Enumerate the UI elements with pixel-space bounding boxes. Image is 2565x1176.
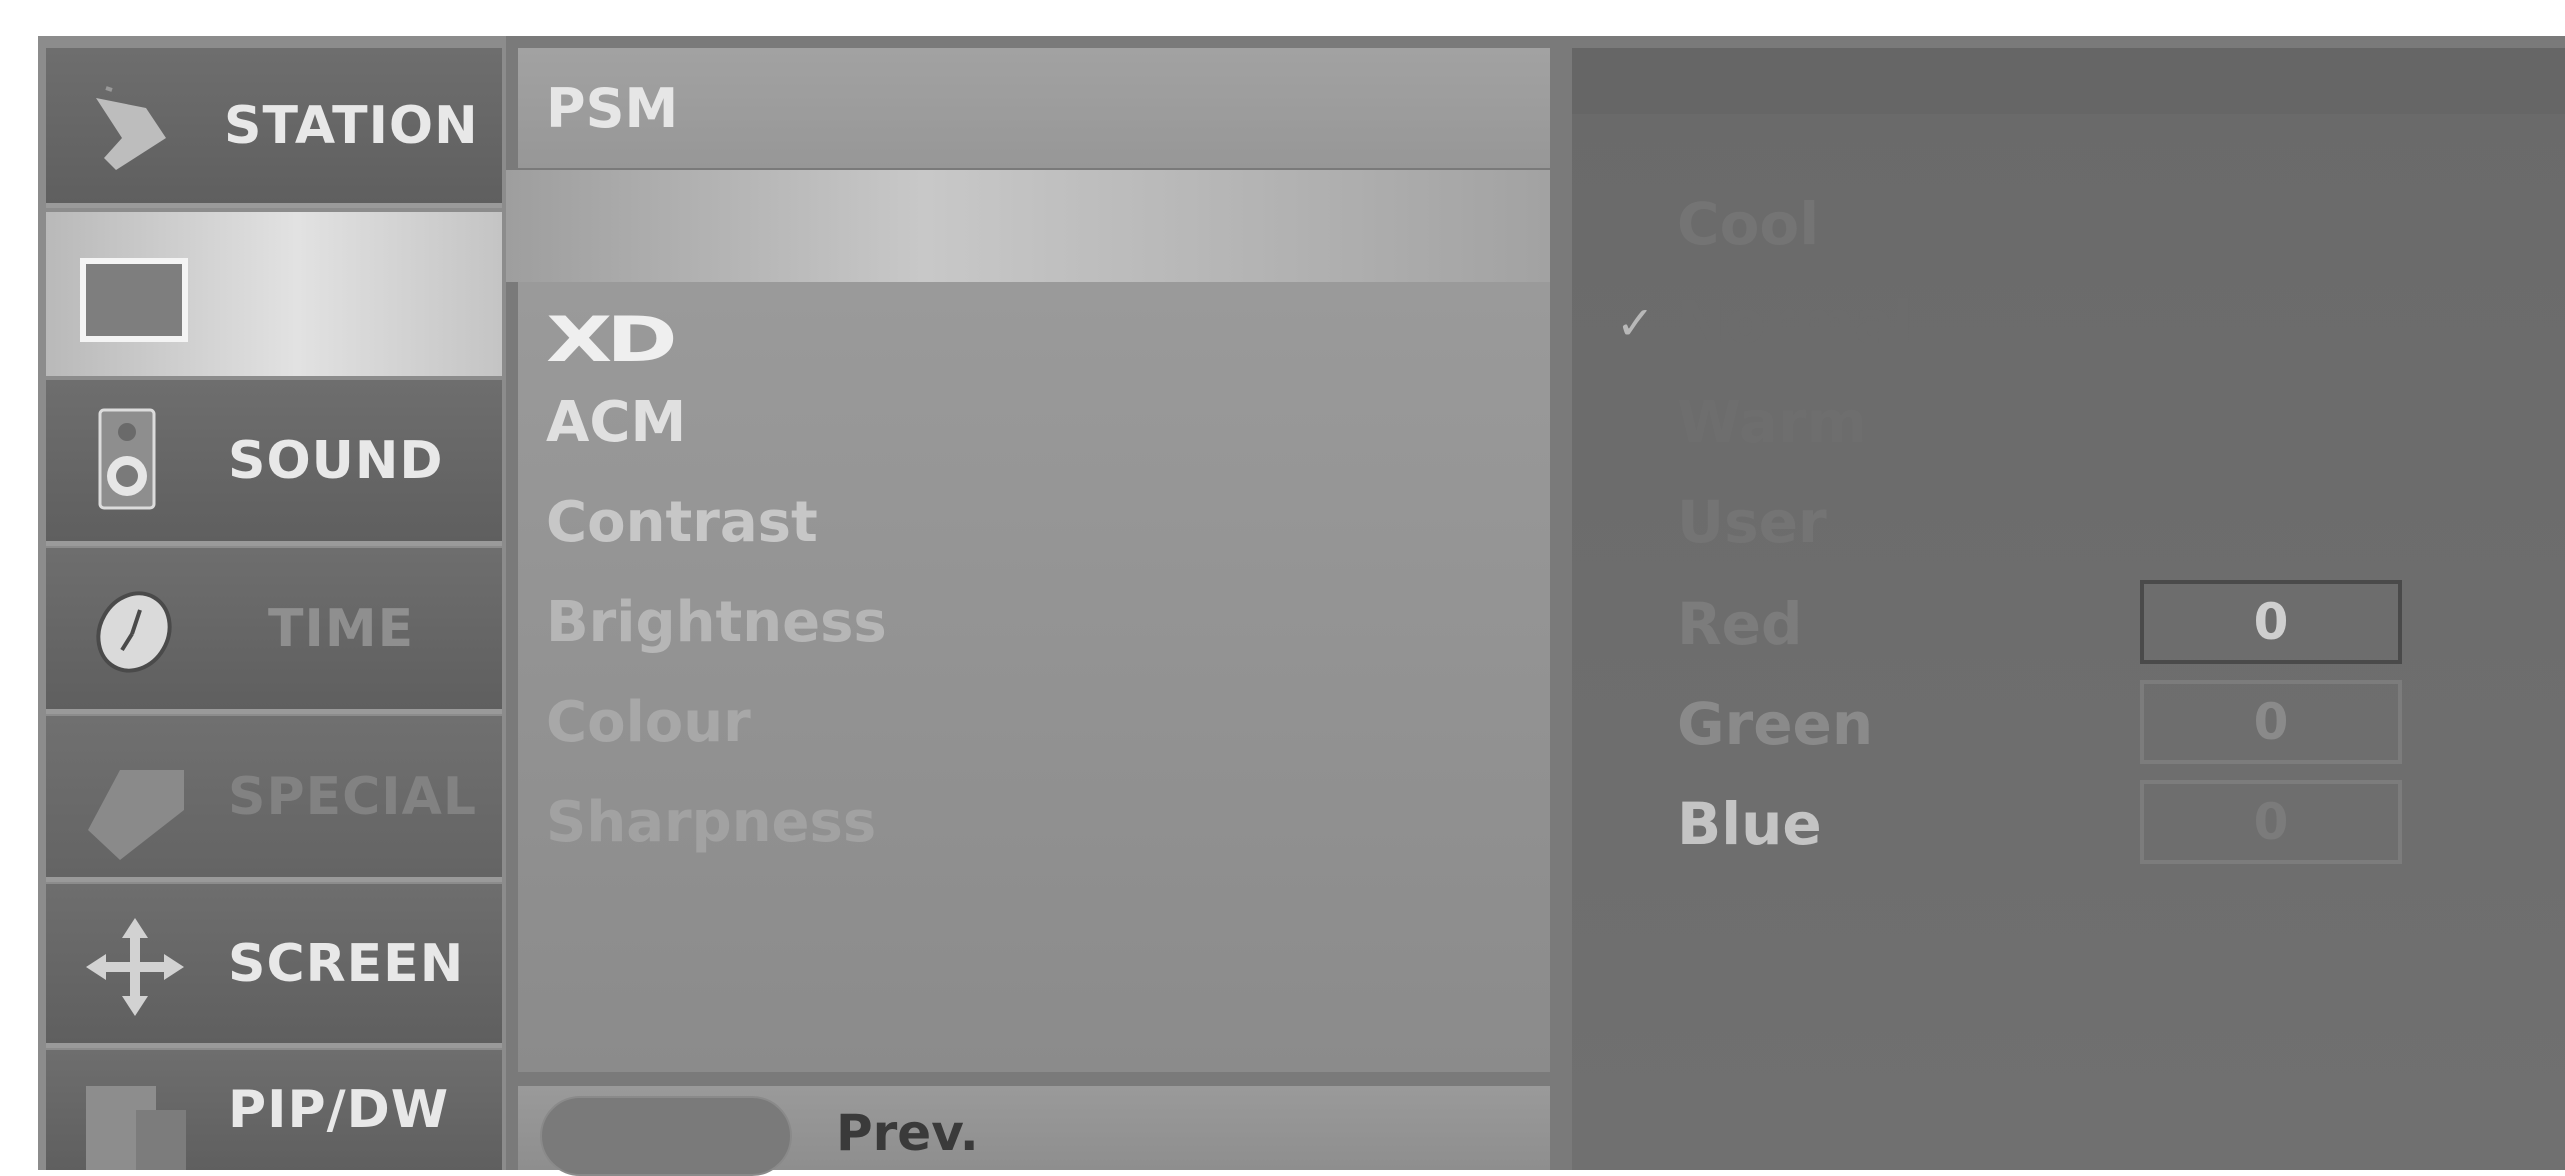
option-user[interactable]: User bbox=[1677, 488, 1827, 556]
category-station[interactable]: STATION bbox=[46, 48, 502, 208]
satellite-dish-icon bbox=[96, 86, 166, 170]
check-icon: ✓ bbox=[1616, 296, 1655, 350]
category-screen[interactable]: SCREEN bbox=[46, 884, 502, 1048]
category-label: SOUND bbox=[228, 430, 444, 491]
red-value: 0 bbox=[2253, 593, 2289, 651]
clock-icon bbox=[96, 591, 172, 673]
menu-item-brightness[interactable]: Brightness bbox=[546, 590, 887, 655]
category-label: SPECIAL bbox=[228, 766, 477, 827]
green-value-box[interactable]: 0 bbox=[2140, 680, 2402, 764]
footer-bar: Prev. bbox=[518, 1086, 1550, 1176]
prev-button[interactable] bbox=[540, 1096, 792, 1176]
option-warm[interactable]: Warm bbox=[1677, 388, 1867, 456]
category-special[interactable]: SPECIAL bbox=[46, 716, 502, 882]
option-normal[interactable]: Normal bbox=[1677, 288, 1913, 356]
selection-highlight-band bbox=[506, 170, 1550, 282]
pip-icon bbox=[86, 1086, 186, 1170]
channel-label-red: Red bbox=[1677, 590, 1803, 658]
menu-item-sharpness[interactable]: Sharpness bbox=[546, 790, 876, 855]
category-sound[interactable]: SOUND bbox=[46, 380, 502, 546]
green-value: 0 bbox=[2253, 693, 2289, 751]
menu-item-contrast[interactable]: Contrast bbox=[546, 490, 818, 555]
blue-value-box[interactable]: 0 bbox=[2140, 780, 2402, 864]
red-value-box[interactable]: 0 bbox=[2140, 580, 2402, 664]
move-arrows-icon bbox=[86, 918, 184, 1016]
picture-icon bbox=[80, 258, 188, 342]
channel-label-green: Green bbox=[1677, 690, 1874, 758]
psm-header[interactable]: PSM bbox=[518, 48, 1550, 168]
category-time[interactable]: TIME bbox=[46, 548, 502, 714]
submenu-header bbox=[1572, 48, 2565, 114]
channel-label-blue: Blue bbox=[1677, 790, 1822, 858]
prev-label: Prev. bbox=[836, 1104, 979, 1162]
category-picture[interactable] bbox=[46, 212, 502, 376]
menu-item-colour[interactable]: Colour bbox=[546, 690, 751, 755]
category-pip-dw[interactable]: PIP/DW bbox=[46, 1050, 502, 1170]
speaker-icon bbox=[98, 408, 156, 510]
option-cool[interactable]: Cool bbox=[1677, 190, 1819, 258]
xd-logo[interactable]: XD bbox=[546, 304, 678, 376]
category-label: STATION bbox=[224, 95, 479, 156]
menu-item-acm[interactable]: ACM bbox=[546, 390, 686, 455]
category-label: SCREEN bbox=[228, 933, 465, 994]
category-label: TIME bbox=[268, 598, 415, 659]
picture-menu-list: XD ACM Contrast Brightness Colour Sharpn… bbox=[518, 282, 1550, 1072]
tag-icon bbox=[88, 770, 184, 860]
psm-label: PSM bbox=[546, 76, 679, 140]
blue-value: 0 bbox=[2253, 793, 2289, 851]
category-label: PIP/DW bbox=[228, 1080, 450, 1140]
